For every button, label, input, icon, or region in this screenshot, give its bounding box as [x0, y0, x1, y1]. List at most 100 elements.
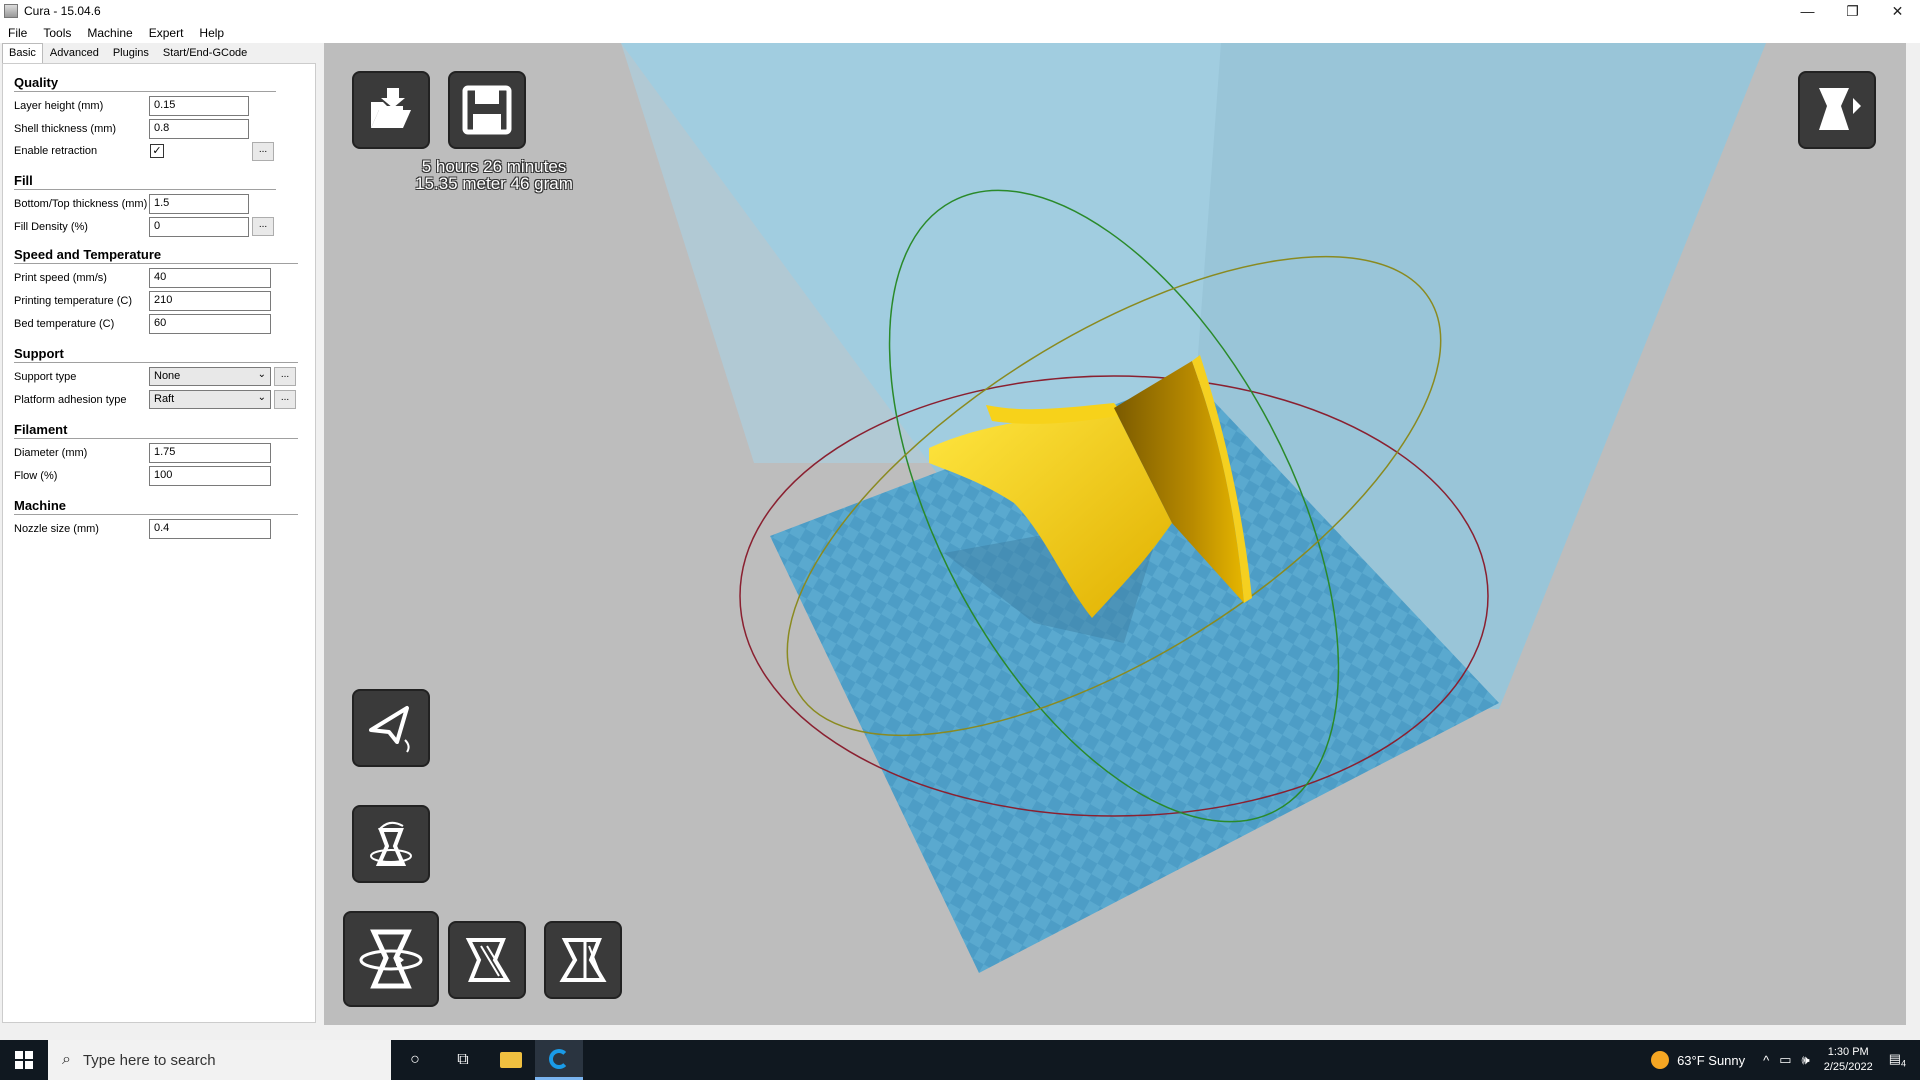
- reset-rotation-button[interactable]: [352, 805, 430, 883]
- bed-temperature-field[interactable]: 60: [149, 314, 271, 334]
- 3d-viewport[interactable]: 5 hours 26 minutes 15.35 meter 46 gram: [324, 43, 1906, 1025]
- view-mode-icon: [1819, 88, 1861, 130]
- menu-bar: File Tools Machine Expert Help: [0, 22, 1920, 43]
- divider: [14, 263, 298, 264]
- support-type-select[interactable]: None ⌄: [149, 367, 271, 386]
- divider: [14, 91, 276, 92]
- menu-expert[interactable]: Expert: [141, 26, 192, 40]
- notifications-button[interactable]: ▤4: [1889, 1051, 1906, 1069]
- bed-temperature-label: Bed temperature (C): [14, 318, 115, 330]
- volume-icon[interactable]: 🕪: [1802, 1052, 1810, 1068]
- lay-flat-icon: [369, 706, 410, 753]
- section-speed-temperature: Speed and Temperature: [14, 247, 162, 262]
- task-view-icon[interactable]: ⧉: [439, 1040, 487, 1080]
- cura-taskbar-icon[interactable]: [535, 1040, 583, 1080]
- section-machine: Machine: [14, 498, 67, 513]
- clock-time: 1:30 PM: [1827, 1046, 1869, 1058]
- retraction-settings-button[interactable]: ...: [252, 142, 274, 161]
- taskbar-search[interactable]: ⌕ Type here to search: [48, 1040, 391, 1080]
- print-estimate: 5 hours 26 minutes 15.35 meter 46 gram: [404, 158, 584, 192]
- diameter-label: Diameter (mm): [14, 447, 88, 459]
- settings-tabs: Basic Advanced Plugins Start/End-GCode: [2, 43, 320, 63]
- basic-settings: Quality Layer height (mm) 0.15 Shell thi…: [2, 63, 316, 1023]
- fill-density-label: Fill Density (%): [14, 221, 88, 233]
- windows-logo-icon: [15, 1051, 33, 1069]
- platform-adhesion-label: Platform adhesion type: [14, 394, 127, 406]
- bottom-top-thickness-label: Bottom/Top thickness (mm): [14, 198, 148, 210]
- settings-panel: Basic Advanced Plugins Start/End-GCode Q…: [0, 43, 320, 1025]
- app-icon: [4, 4, 18, 18]
- weather-text[interactable]: 63°F Sunny: [1677, 1053, 1745, 1068]
- save-disk-icon: [462, 85, 512, 135]
- clock[interactable]: 1:30 PM 2/25/2022: [1824, 1045, 1873, 1075]
- menu-tools[interactable]: Tools: [35, 26, 79, 40]
- show-hidden-icons-icon[interactable]: ^: [1763, 1053, 1769, 1068]
- platform-adhesion-value: Raft: [154, 393, 175, 405]
- restore-button[interactable]: ❐: [1830, 0, 1875, 22]
- support-type-value: None: [154, 370, 181, 382]
- rotate-tool-button[interactable]: [343, 911, 439, 1007]
- printing-temperature-label: Printing temperature (C): [14, 295, 132, 307]
- printing-temperature-field[interactable]: 210: [149, 291, 271, 311]
- tab-basic[interactable]: Basic: [2, 43, 43, 63]
- divider: [14, 189, 276, 190]
- load-folder-icon: [371, 88, 411, 128]
- system-tray: 63°F Sunny ^ ▭ 🕪 1:30 PM 2/25/2022 ▤4: [1651, 1040, 1920, 1080]
- menu-file[interactable]: File: [0, 26, 35, 40]
- tab-plugins[interactable]: Plugins: [106, 43, 156, 63]
- chevron-down-icon: ⌄: [257, 369, 266, 380]
- section-filament: Filament: [14, 422, 68, 437]
- taskbar: ⌕ Type here to search ○ ⧉ 63°F Sunny ^ ▭…: [0, 1040, 1920, 1080]
- load-model-button[interactable]: [352, 71, 430, 149]
- section-support: Support: [14, 346, 64, 361]
- fill-density-field[interactable]: 0: [149, 217, 249, 237]
- divider: [14, 362, 298, 363]
- start-button[interactable]: [0, 1040, 48, 1080]
- save-gcode-button[interactable]: [448, 71, 526, 149]
- mirror-tool-button[interactable]: [544, 921, 622, 999]
- flow-field[interactable]: 100: [149, 466, 271, 486]
- print-speed-field[interactable]: 40: [149, 268, 271, 288]
- support-settings-button[interactable]: ...: [274, 367, 296, 386]
- file-explorer-icon[interactable]: [487, 1040, 535, 1080]
- tab-advanced[interactable]: Advanced: [43, 43, 106, 63]
- weather-sun-icon: [1651, 1051, 1670, 1069]
- menu-machine[interactable]: Machine: [79, 26, 140, 40]
- shell-thickness-label: Shell thickness (mm): [14, 123, 117, 135]
- minimize-button[interactable]: —: [1785, 0, 1830, 22]
- cortana-icon[interactable]: ○: [391, 1040, 439, 1080]
- view-mode-button[interactable]: [1798, 71, 1876, 149]
- print-material: 15.35 meter 46 gram: [415, 174, 573, 193]
- title-bar: Cura - 15.04.6 — ❐ ✕: [0, 0, 1920, 22]
- adhesion-settings-button[interactable]: ...: [274, 390, 296, 409]
- nozzle-size-label: Nozzle size (mm): [14, 523, 99, 535]
- shell-thickness-field[interactable]: 0.8: [149, 119, 249, 139]
- rotate-icon: [359, 929, 423, 989]
- print-time: 5 hours 26 minutes: [421, 157, 567, 176]
- bottom-top-thickness-field[interactable]: 1.5: [149, 194, 249, 214]
- mirror-icon: [559, 938, 607, 982]
- menu-help[interactable]: Help: [191, 26, 232, 40]
- search-placeholder: Type here to search: [82, 1051, 216, 1069]
- notification-count: 4: [1900, 1058, 1906, 1069]
- search-icon: ⌕: [62, 1051, 71, 1068]
- chevron-down-icon: ⌄: [257, 392, 266, 403]
- network-icon[interactable]: ▭: [1779, 1052, 1791, 1068]
- layer-height-field[interactable]: 0.15: [149, 96, 249, 116]
- nozzle-size-field[interactable]: 0.4: [149, 519, 271, 539]
- enable-retraction-label: Enable retraction: [14, 145, 98, 157]
- fill-settings-button[interactable]: ...: [252, 217, 274, 236]
- tab-start-end-gcode[interactable]: Start/End-GCode: [156, 43, 254, 63]
- layer-height-label: Layer height (mm): [14, 100, 104, 112]
- divider: [14, 438, 298, 439]
- section-quality: Quality: [14, 75, 59, 90]
- platform-adhesion-select[interactable]: Raft ⌄: [149, 390, 271, 409]
- scale-tool-button[interactable]: [448, 921, 526, 999]
- lay-flat-button[interactable]: [352, 689, 430, 767]
- diameter-field[interactable]: 1.75: [149, 443, 271, 463]
- close-button[interactable]: ✕: [1875, 0, 1920, 22]
- divider: [14, 514, 298, 515]
- section-fill: Fill: [14, 173, 33, 188]
- support-type-label: Support type: [14, 371, 77, 383]
- enable-retraction-checkbox[interactable]: ✓: [150, 144, 164, 158]
